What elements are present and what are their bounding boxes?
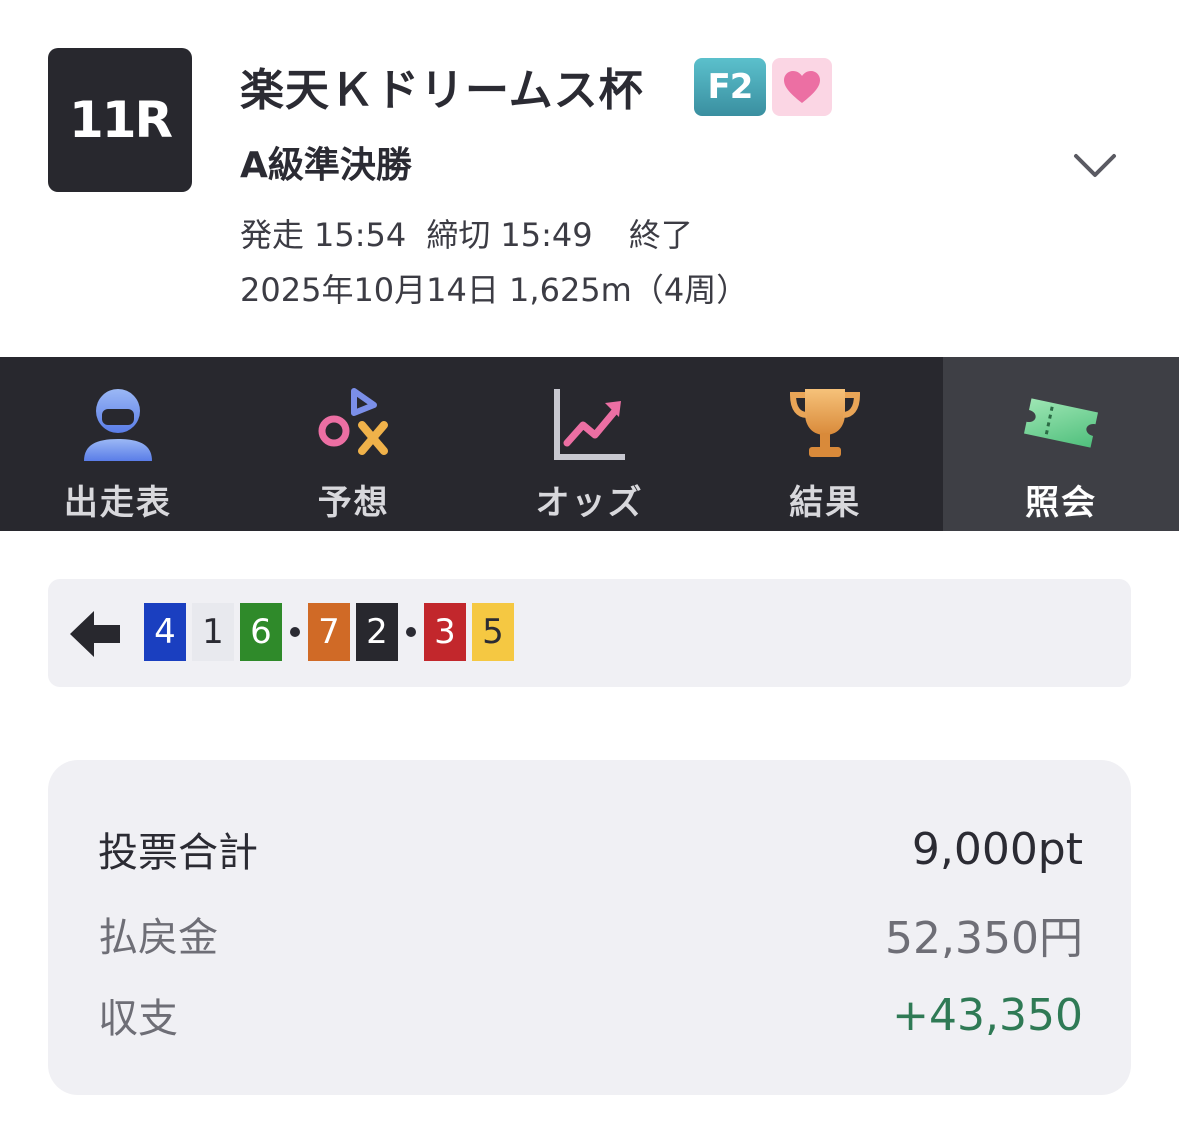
tab-inquiry[interactable]: 照会 [943, 357, 1179, 531]
number-chip: 1 [192, 603, 234, 661]
prediction-symbols-icon [318, 388, 388, 455]
number-chip: 3 [424, 603, 466, 661]
bet-combination-panel: 4167235 [48, 579, 1131, 687]
total-row: 投票合計 9,000pt [98, 820, 1083, 878]
favorite-button[interactable] [772, 58, 832, 116]
total-value: 9,000pt [911, 823, 1083, 875]
payout-row: 払戻金 52,350円 [98, 902, 1083, 966]
balance-value: +43,350 [892, 989, 1083, 1041]
balance-row: 収支 +43,350 [98, 986, 1083, 1044]
payout-label: 払戻金 [98, 915, 218, 961]
race-title: 楽天Ｋドリームス杯 [240, 65, 644, 116]
total-label: 投票合計 [98, 830, 258, 876]
tab-label: 結果 [789, 483, 862, 523]
close-time: 15:49 [500, 216, 593, 254]
tab-odds[interactable]: オッズ [472, 357, 708, 531]
odds-chart-icon [554, 389, 626, 460]
number-chip: 4 [144, 603, 186, 661]
race-times: 発走 15:54 締切 15:49 終了 [240, 210, 703, 256]
number-chip: 7 [308, 603, 350, 661]
bet-summary-panel: 投票合計 9,000pt 払戻金 52,350円 収支 +43,350 [48, 760, 1131, 1095]
tab-label: 照会 [1025, 483, 1098, 523]
number-chip: 5 [472, 603, 514, 661]
trophy-icon [790, 389, 861, 457]
payout-value: 52,350円 [885, 913, 1083, 964]
rider-icon [83, 389, 152, 461]
close-label: 締切 [426, 216, 491, 254]
number-chip: 6 [240, 603, 282, 661]
race-status: 終了 [628, 216, 693, 254]
tab-entries[interactable]: 出走表 [0, 357, 236, 531]
heart-icon [784, 71, 820, 103]
back-arrow-icon[interactable] [70, 611, 122, 657]
chevron-down-icon[interactable] [1072, 148, 1118, 182]
grade-badge: F2 [694, 58, 766, 116]
tab-label: 出走表 [63, 483, 172, 523]
tab-bar: 出走表 予想 オッズ 結果 照会 [0, 357, 1179, 531]
race-number-badge: 11R [48, 48, 192, 192]
tab-label: 予想 [317, 483, 390, 523]
combination-numbers: 4167235 [144, 603, 520, 661]
start-label: 発走 [240, 216, 305, 254]
tab-results[interactable]: 結果 [707, 357, 943, 531]
number-chip: 2 [356, 603, 398, 661]
separator-dot [290, 627, 300, 637]
race-subtitle: A級準決勝 [240, 145, 412, 186]
tab-prediction[interactable]: 予想 [236, 357, 472, 531]
ticket-icon [1024, 398, 1099, 448]
separator-dot [406, 627, 416, 637]
start-time: 15:54 [314, 216, 407, 254]
balance-label: 収支 [98, 996, 178, 1042]
tab-label: オッズ [535, 483, 644, 523]
race-date-distance: 2025年10月14日 1,625m（4周） [240, 271, 749, 309]
